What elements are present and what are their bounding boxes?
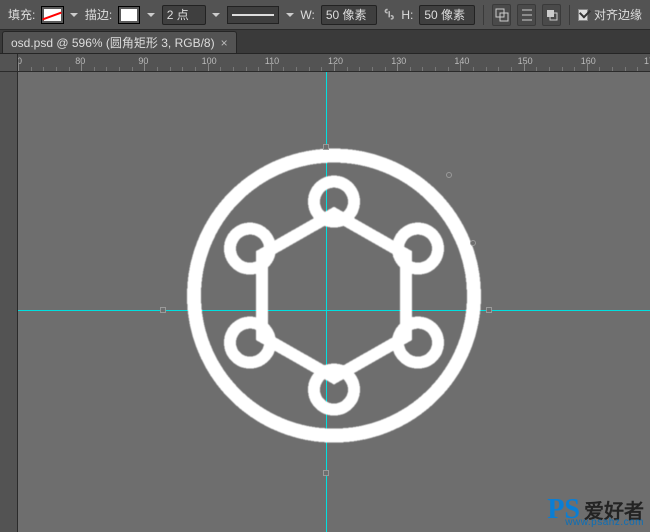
- canvas-area[interactable]: PS 爱好者 www.psahz.com: [18, 72, 650, 532]
- fill-swatch[interactable]: [41, 6, 63, 24]
- shape-artwork: [174, 136, 494, 456]
- close-icon[interactable]: ×: [221, 36, 228, 50]
- stroke-style-chevron[interactable]: [285, 6, 294, 24]
- stroke-width-field[interactable]: 2 点: [162, 5, 206, 25]
- align-edges-checkbox[interactable]: [578, 9, 588, 21]
- height-field[interactable]: 50 像素: [419, 5, 475, 25]
- ruler-horizontal[interactable]: 708090100110120130140150160170: [18, 54, 650, 72]
- stroke-dropdown[interactable]: [146, 6, 155, 24]
- stroke-style-dropdown[interactable]: [227, 6, 279, 24]
- fill-dropdown[interactable]: [70, 6, 79, 24]
- watermark: PS 爱好者 www.psahz.com: [547, 494, 644, 526]
- transform-handle[interactable]: [160, 307, 166, 313]
- link-wh-icon[interactable]: [383, 7, 395, 23]
- transform-handle[interactable]: [323, 144, 329, 150]
- align-edges-label: 对齐边缘: [594, 6, 642, 23]
- fill-label: 填充:: [8, 6, 35, 23]
- transform-handle[interactable]: [446, 172, 452, 178]
- ruler-vertical[interactable]: [0, 54, 18, 532]
- path-ops-combine[interactable]: [492, 4, 511, 26]
- stroke-label: 描边:: [85, 6, 112, 23]
- ruler-origin[interactable]: [0, 54, 18, 72]
- options-bar: 填充: 描边: 2 点 W: 50 像素 H: 50 像素 对齐边缘: [0, 0, 650, 30]
- stroke-width-dropdown[interactable]: [212, 6, 221, 24]
- path-align[interactable]: [517, 4, 536, 26]
- width-label: W:: [300, 8, 314, 22]
- document-tab-title: osd.psd @ 596% (圆角矩形 3, RGB/8): [11, 34, 215, 51]
- transform-handle[interactable]: [486, 307, 492, 313]
- width-field[interactable]: 50 像素: [321, 5, 377, 25]
- watermark-url: www.psahz.com: [565, 517, 644, 528]
- height-label: H:: [401, 8, 413, 22]
- document-tab-bar: osd.psd @ 596% (圆角矩形 3, RGB/8) ×: [0, 30, 650, 54]
- document-tab[interactable]: osd.psd @ 596% (圆角矩形 3, RGB/8) ×: [2, 31, 237, 53]
- path-arrange[interactable]: [542, 4, 561, 26]
- stroke-swatch[interactable]: [118, 6, 140, 24]
- transform-handle[interactable]: [323, 470, 329, 476]
- transform-handle[interactable]: [470, 240, 476, 246]
